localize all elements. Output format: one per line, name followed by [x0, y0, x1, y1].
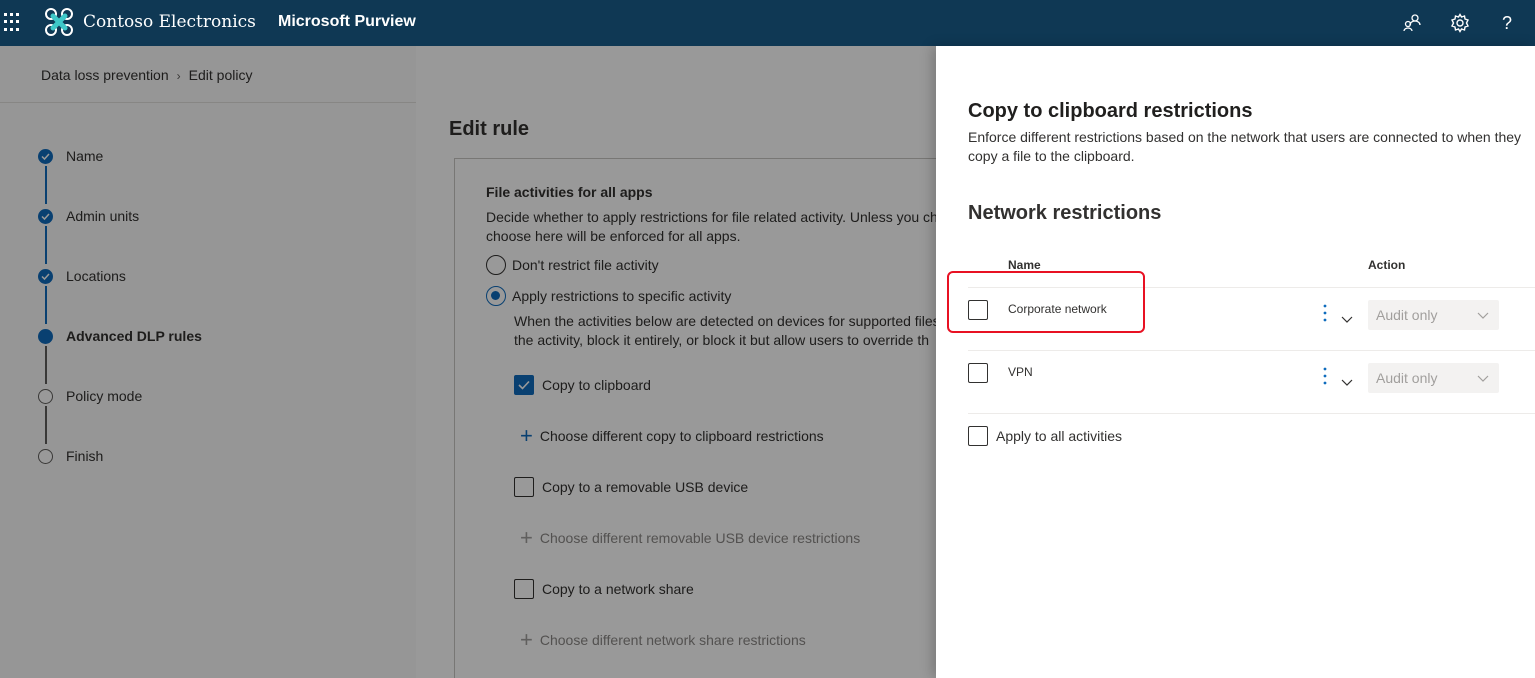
action-dropdown-value: Audit only — [1376, 370, 1438, 386]
network-row-vpn: VPN Audit only — [968, 351, 1535, 413]
more-options-icon[interactable] — [1318, 300, 1332, 326]
action-dropdown[interactable]: Audit only — [1368, 300, 1499, 330]
network-name: VPN — [1008, 365, 1033, 379]
panel-title: Copy to clipboard restrictions — [968, 100, 1253, 122]
network-restrictions-title: Network restrictions — [968, 202, 1162, 224]
row-divider — [968, 413, 1535, 414]
top-bar: Contoso Electronics Microsoft Purview ? — [0, 0, 1535, 46]
column-header-name: Name — [1008, 258, 1041, 272]
waffle-icon[interactable] — [4, 13, 24, 33]
action-dropdown-value: Audit only — [1376, 307, 1438, 323]
help-icon[interactable]: ? — [1495, 11, 1519, 35]
more-options-icon[interactable] — [1318, 363, 1332, 389]
org-name[interactable]: Contoso Electronics — [83, 12, 256, 32]
modal-overlay[interactable] — [0, 46, 936, 678]
apply-all-label: Apply to all activities — [996, 428, 1123, 444]
people-icon[interactable] — [1400, 11, 1424, 35]
clipboard-restrictions-panel: Copy to clipboard restrictions Enforce d… — [936, 46, 1535, 678]
chevron-down-icon[interactable] — [1340, 375, 1354, 389]
row-checkbox[interactable] — [968, 363, 988, 383]
contoso-logo — [45, 8, 73, 36]
action-dropdown[interactable]: Audit only — [1368, 363, 1499, 393]
panel-description: Enforce different restrictions based on … — [968, 129, 1522, 164]
column-header-action: Action — [1368, 258, 1406, 272]
checkbox[interactable] — [968, 426, 988, 446]
highlight-box — [947, 271, 1145, 333]
apply-to-all-activities[interactable]: Apply to all activities — [968, 426, 1122, 446]
chevron-down-icon — [1477, 375, 1489, 382]
app-name[interactable]: Microsoft Purview — [278, 13, 416, 31]
chevron-down-icon[interactable] — [1340, 312, 1354, 326]
gear-icon[interactable] — [1448, 11, 1472, 35]
chevron-down-icon — [1477, 312, 1489, 319]
